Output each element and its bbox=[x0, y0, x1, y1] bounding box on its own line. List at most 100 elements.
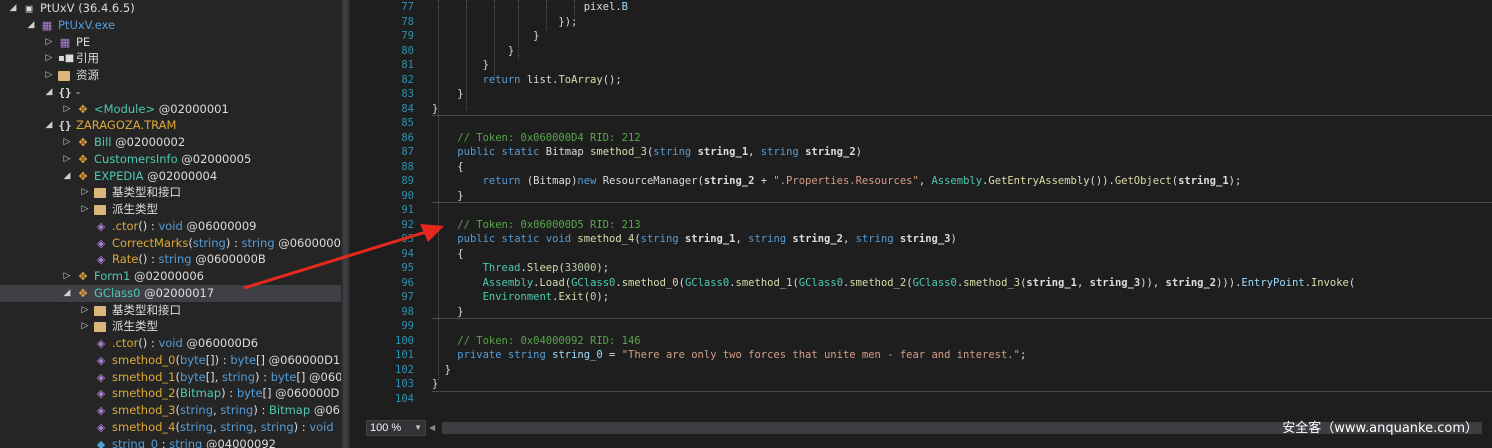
tree-node[interactable]: ▷ ✥ <Module> @02000001 bbox=[0, 101, 341, 118]
code-token: ToArray bbox=[558, 73, 603, 86]
collapsed-chevron-icon[interactable]: ▷ bbox=[44, 67, 54, 84]
tree-node-text: .ctor bbox=[112, 336, 139, 350]
tree-node-label: Form1 @02000006 bbox=[94, 268, 204, 285]
collapsed-chevron-icon[interactable]: ▷ bbox=[62, 151, 72, 168]
code-token: string_1 bbox=[1178, 175, 1229, 187]
tree-node[interactable]: ◈ smethod_2(Bitmap) : byte[] @060000D bbox=[0, 385, 341, 402]
code-line: 89 return (Bitmap)new ResourceManager(st… bbox=[358, 174, 1492, 189]
collapsed-chevron-icon[interactable]: ▷ bbox=[44, 50, 54, 67]
code-editor[interactable]: 77 pixel.B 78 }); 79 } 80 } 81 } 82 return li… bbox=[358, 0, 1492, 420]
tree-node-label: 引用 bbox=[76, 50, 99, 67]
tree-node[interactable]: ▷ 基类型和接口 bbox=[0, 302, 341, 319]
code-token: EntryPoint bbox=[1241, 276, 1305, 289]
zoom-select[interactable]: 100 % ▼ bbox=[366, 420, 426, 436]
tree-node-label: PE bbox=[76, 34, 90, 51]
collapsed-chevron-icon[interactable]: ▷ bbox=[80, 184, 90, 201]
tree-node[interactable]: ◆ string_0 : string @04000092 bbox=[0, 436, 341, 448]
code-token: public static bbox=[457, 146, 540, 158]
tree-node[interactable]: ◈ smethod_3(string, string) : Bitmap @06 bbox=[0, 402, 341, 419]
tree-node[interactable]: ▷ 资源 bbox=[0, 67, 341, 84]
tree-node-text: @0600000B bbox=[191, 252, 266, 267]
tree-node-text: void bbox=[158, 218, 183, 233]
expanded-chevron-icon[interactable]: ◢ bbox=[44, 117, 54, 134]
expanded-chevron-icon[interactable]: ◢ bbox=[62, 285, 72, 302]
tree-node-label: 派生类型 bbox=[112, 318, 158, 335]
tree-node-text: PE bbox=[76, 34, 91, 49]
code-token: Thread bbox=[482, 262, 521, 274]
tree-node[interactable]: ▷ ▦ PE bbox=[0, 34, 341, 51]
tree-node-text: ) : bbox=[225, 235, 242, 250]
code-token: "There are only two forces that unite me… bbox=[621, 349, 1020, 361]
pe-icon: ▦ bbox=[59, 35, 71, 49]
tree-node[interactable]: ▷ 派生类型 bbox=[0, 201, 341, 218]
tree-node[interactable]: ◢ ▦ PtUxV.exe bbox=[0, 17, 341, 34]
tree-node[interactable]: ◢ ✥ EXPEDIA @02000004 bbox=[0, 168, 341, 185]
collapsed-chevron-icon[interactable]: ▷ bbox=[62, 134, 72, 151]
code-line: 95 Thread.Sleep(33000); bbox=[358, 261, 1492, 276]
expanded-chevron-icon[interactable]: ◢ bbox=[8, 0, 18, 17]
expanded-chevron-icon[interactable]: ◢ bbox=[44, 84, 54, 101]
tree-node-text: Bill bbox=[94, 135, 112, 149]
code-line: 93 public static void smethod_4(string s… bbox=[358, 232, 1492, 247]
tree-node[interactable]: ▷ ✥ Bill @02000002 bbox=[0, 134, 341, 151]
expanded-chevron-icon[interactable]: ◢ bbox=[26, 17, 36, 34]
tree-node[interactable]: ▷ ✥ Form1 @02000006 bbox=[0, 268, 341, 285]
collapsed-chevron-icon[interactable]: ▷ bbox=[62, 101, 72, 118]
collapsed-chevron-icon[interactable]: ▷ bbox=[80, 201, 90, 218]
tree-node-text: string bbox=[220, 419, 254, 434]
code-token: = bbox=[602, 349, 622, 361]
code-line: 103} bbox=[358, 377, 1492, 392]
code-token: Sleep bbox=[526, 262, 559, 274]
references-icon: ▪■ bbox=[58, 53, 75, 65]
code-token: new bbox=[577, 175, 597, 187]
code-token: , bbox=[918, 175, 932, 187]
tree-node-text: @06000009 bbox=[182, 218, 257, 233]
code-token: (); bbox=[602, 73, 622, 86]
tree-node-text: byte bbox=[270, 369, 297, 384]
tree-node[interactable]: ◢ ✥ GClass0 @02000017 bbox=[0, 284, 341, 302]
collapsed-chevron-icon[interactable]: ▷ bbox=[62, 268, 72, 285]
tree-node[interactable]: ◢ {} ZARAGOZA.TRAM bbox=[0, 117, 341, 134]
code-text: // Token: 0x060000D4 RID: 212 bbox=[432, 131, 640, 146]
code-line: 77 pixel.B bbox=[358, 0, 1492, 15]
collapsed-chevron-icon[interactable]: ▷ bbox=[80, 302, 90, 319]
tree-node-label: PtUxV.exe bbox=[58, 17, 115, 34]
code-text: public static Bitmap smethod_3(string st… bbox=[432, 145, 862, 160]
tree-node[interactable]: ◈ smethod_4(string, string, string) : voi… bbox=[0, 419, 341, 436]
tree-node-text: ) : bbox=[253, 403, 270, 417]
tree-node[interactable]: ◈ Rate() : string @0600000B bbox=[0, 251, 341, 268]
tree-node-text: 派生类型 bbox=[112, 319, 158, 334]
tree-node[interactable]: ▷ 基类型和接口 bbox=[0, 184, 341, 201]
tree-node[interactable]: ◢ {} - bbox=[0, 84, 341, 101]
folder-icon bbox=[94, 205, 106, 215]
tree-node[interactable]: ◈ .ctor() : void @060000D6 bbox=[0, 335, 341, 352]
code-line: 90 } bbox=[358, 189, 1492, 204]
tree-node[interactable]: ◈ .ctor() : void @06000009 bbox=[0, 218, 341, 235]
tree-node[interactable]: ◢ ▣ PtUxV (36.4.6.5) bbox=[0, 0, 341, 17]
code-token: list. bbox=[520, 73, 559, 86]
code-text: } bbox=[432, 44, 514, 59]
scroll-left-icon[interactable]: ◀ bbox=[429, 422, 439, 434]
code-text: Thread.Sleep(33000); bbox=[432, 261, 609, 276]
tree-node[interactable]: ◈ smethod_1(byte[], string) : byte[] @060 bbox=[0, 369, 341, 386]
tree-node-text: EXPEDIA bbox=[94, 168, 144, 183]
tree-node[interactable]: ▷ ✥ CustomersInfo @02000005 bbox=[0, 151, 341, 168]
collapsed-chevron-icon[interactable]: ▷ bbox=[80, 318, 90, 335]
code-token: string bbox=[653, 146, 692, 158]
tree-node[interactable]: ▷ 派生类型 bbox=[0, 318, 341, 335]
code-line: 94 { bbox=[358, 247, 1492, 262]
tree-node[interactable]: ▷ ▪■ 引用 bbox=[0, 50, 341, 67]
tree-node-text: @02000002 bbox=[111, 135, 186, 149]
tree-scrollbar[interactable] bbox=[343, 0, 348, 448]
tree-node-text: GClass0 bbox=[94, 285, 141, 300]
tree-node[interactable]: ◈ CorrectMarks(string) : string @0600000 bbox=[0, 235, 341, 252]
tree-node[interactable]: ◈ smethod_0(byte[]) : byte[] @060000D1 bbox=[0, 352, 341, 369]
expanded-chevron-icon[interactable]: ◢ bbox=[62, 168, 72, 185]
collapsed-chevron-icon[interactable]: ▷ bbox=[44, 34, 54, 51]
code-token: } bbox=[432, 189, 464, 202]
code-token: } bbox=[432, 44, 515, 57]
indent-guide bbox=[546, 0, 547, 30]
